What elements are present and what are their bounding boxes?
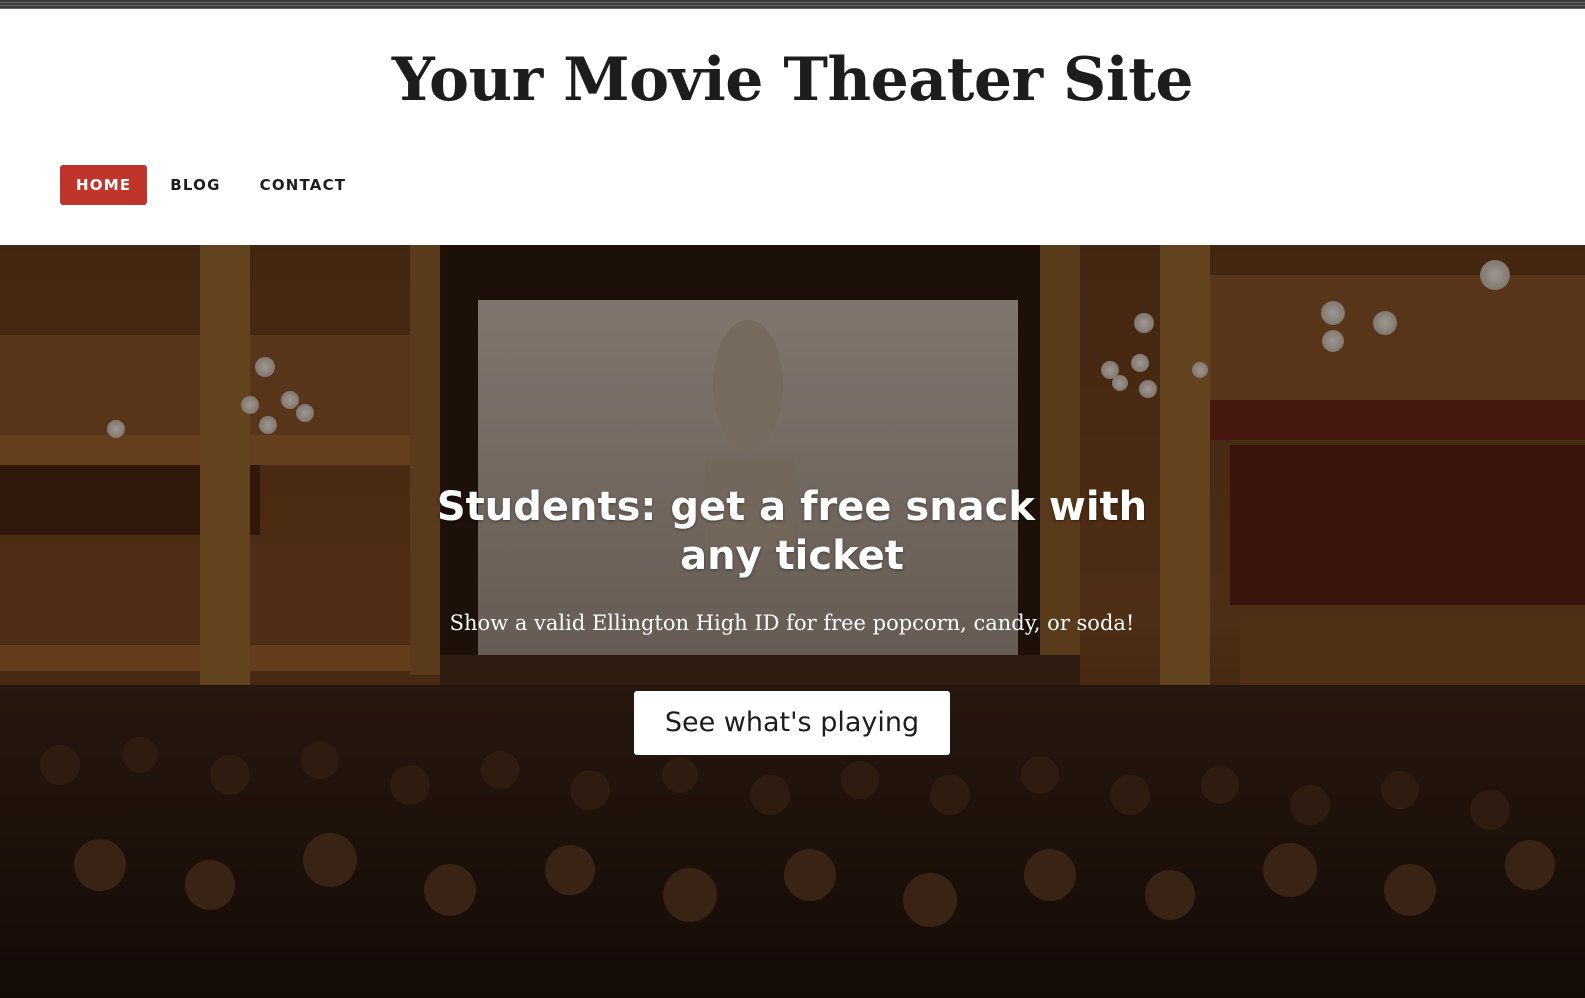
hero-banner: Students: get a free snack with any tick… [0, 245, 1585, 998]
hero-content: Students: get a free snack with any tick… [0, 245, 1585, 998]
nav-item-contact[interactable]: CONTACT [244, 165, 363, 205]
site-title[interactable]: Your Movie Theater Site [0, 45, 1585, 115]
site-header: Your Movie Theater Site HOME BLOG CONTAC… [0, 9, 1585, 245]
hero-title: Students: get a free snack with any tick… [436, 484, 1148, 579]
main-nav: HOME BLOG CONTACT [60, 165, 369, 205]
nav-item-blog[interactable]: BLOG [154, 165, 236, 205]
hero-subtitle: Show a valid Ellington High ID for free … [449, 611, 1135, 635]
browser-top-edge [0, 0, 1585, 9]
nav-item-home[interactable]: HOME [60, 165, 148, 205]
see-whats-playing-button[interactable]: See what's playing [634, 691, 950, 755]
